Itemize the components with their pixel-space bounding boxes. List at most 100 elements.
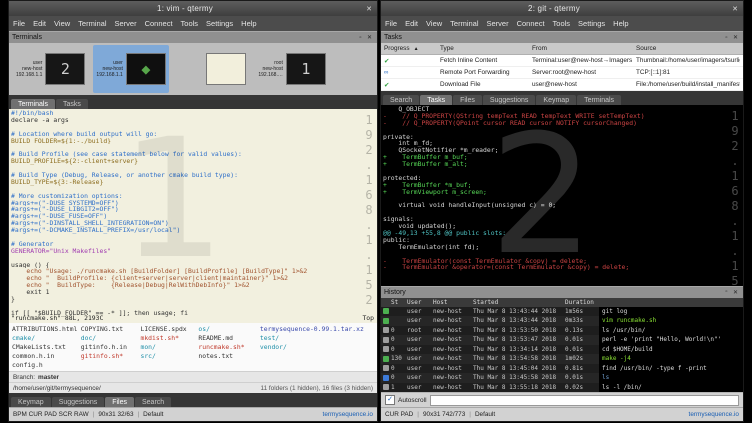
menu-item[interactable]: Help bbox=[609, 19, 632, 28]
file-item[interactable]: doc/ bbox=[81, 334, 141, 343]
history-row[interactable]: 130 user new-host Thu Mar 8 13:54:58 201… bbox=[381, 354, 743, 364]
menubar: FileEditViewTerminalServerConnectToolsSe… bbox=[381, 16, 743, 31]
termysequence-link[interactable]: termysequence.io bbox=[323, 411, 373, 418]
dock-tab[interactable]: Search bbox=[135, 397, 171, 407]
file-item[interactable]: notes.txt bbox=[198, 352, 260, 361]
terminal-thumbnail[interactable]: user new-host 192.168.1.1 2 bbox=[13, 45, 88, 93]
menu-item[interactable]: Terminal bbox=[446, 19, 482, 28]
menu-item[interactable]: Tools bbox=[177, 19, 203, 28]
file-item[interactable]: mkdist.sh* bbox=[140, 334, 198, 343]
thumbnail-screen[interactable] bbox=[206, 53, 246, 85]
file-item[interactable]: common.h.in bbox=[12, 352, 81, 361]
termysequence-link[interactable]: termysequence.io bbox=[689, 411, 739, 418]
menu-item[interactable]: File bbox=[9, 19, 29, 28]
menu-item[interactable]: File bbox=[381, 19, 401, 28]
tasks-column-header[interactable]: Type bbox=[440, 45, 532, 52]
dock-close-icon[interactable]: ✕ bbox=[731, 34, 740, 41]
dock-tab[interactable]: Keymap bbox=[11, 397, 51, 407]
file-item[interactable]: gitinfo.h.in bbox=[81, 343, 141, 352]
file-item[interactable]: test/ bbox=[260, 334, 374, 343]
dock-tab[interactable]: Files bbox=[453, 95, 482, 105]
tasks-column-header[interactable]: Progress ▲ bbox=[384, 45, 440, 52]
terminal-thumbnail[interactable]: user new-host 192.168.1.1 ◆ bbox=[93, 45, 168, 93]
file-item[interactable] bbox=[260, 352, 374, 361]
history-column-header[interactable]: User bbox=[407, 299, 433, 306]
menu-item[interactable]: View bbox=[422, 19, 446, 28]
file-item[interactable]: CMakeLists.txt bbox=[12, 343, 81, 352]
branch-name[interactable]: master bbox=[38, 374, 59, 381]
menu-item[interactable]: Tools bbox=[549, 19, 575, 28]
dock-tab[interactable]: Terminals bbox=[577, 95, 621, 105]
autoscroll-checkbox[interactable]: ✓ bbox=[385, 395, 395, 405]
history-row[interactable]: 0 user new-host Thu Mar 8 13:34:14 2018 … bbox=[381, 345, 743, 355]
task-row[interactable]: ✔ Fetch Inline Content Terminal:user@new… bbox=[381, 55, 743, 67]
history-row[interactable]: 0 user new-host Thu Mar 8 13:45:58 2018 … bbox=[381, 373, 743, 383]
menu-item[interactable]: Server bbox=[111, 19, 141, 28]
close-icon[interactable]: ✕ bbox=[361, 5, 377, 13]
file-item[interactable]: termysequence-0.99.1.tar.xz bbox=[260, 325, 374, 334]
menu-item[interactable]: Settings bbox=[574, 19, 609, 28]
dock-tab[interactable]: Keymap bbox=[536, 95, 576, 105]
vim-terminal[interactable]: 1 192.168.1.152 #!/bin/bashdeclare -a ar… bbox=[9, 109, 377, 323]
menu-item[interactable]: Server bbox=[483, 19, 513, 28]
dock-float-icon[interactable]: ▫ bbox=[722, 289, 731, 295]
history-duration: 1m02s bbox=[565, 355, 599, 362]
file-item[interactable]: os/ bbox=[198, 325, 260, 334]
file-item[interactable]: runcmake.sh* bbox=[198, 343, 260, 352]
task-row[interactable]: ∞ Remote Port Forwarding Server:root@new… bbox=[381, 67, 743, 79]
dock-float-icon[interactable]: ▫ bbox=[356, 35, 365, 41]
dock-tab[interactable]: Suggestions bbox=[52, 397, 105, 407]
dock-close-icon[interactable]: ✕ bbox=[731, 289, 740, 296]
menu-item[interactable]: Help bbox=[237, 19, 260, 28]
file-item[interactable]: gitinfo.sh* bbox=[81, 352, 141, 361]
dock-close-icon[interactable]: ✕ bbox=[365, 34, 374, 41]
dock-tab[interactable]: Suggestions bbox=[483, 95, 536, 105]
history-column-header[interactable]: St bbox=[391, 299, 407, 306]
history-row[interactable]: 0 user new-host Thu Mar 8 13:45:04 2018 … bbox=[381, 364, 743, 374]
tasks-column-header[interactable]: Source bbox=[636, 45, 740, 52]
current-path[interactable]: /home/user/git/termysequence/ bbox=[13, 385, 101, 392]
file-item[interactable]: COPYING.txt bbox=[81, 325, 141, 334]
history-column-header[interactable]: Host bbox=[433, 299, 473, 306]
dock-tab[interactable]: Tasks bbox=[420, 95, 452, 105]
history-row[interactable]: 0 user new-host Thu Mar 8 13:53:47 2018 … bbox=[381, 335, 743, 345]
titlebar[interactable]: 2: git - qtermy ✕ bbox=[381, 1, 743, 16]
dock-tab[interactable]: Search bbox=[383, 95, 419, 105]
history-row[interactable]: 1 user new-host Thu Mar 8 13:55:18 2018 … bbox=[381, 383, 743, 393]
history-row[interactable]: user new-host Thu Mar 8 13:43:44 2018 1m… bbox=[381, 307, 743, 317]
history-row[interactable]: 0 root new-host Thu Mar 8 13:53:50 2018 … bbox=[381, 326, 743, 336]
thumbnail-screen[interactable]: ◆ bbox=[126, 53, 166, 85]
menu-item[interactable]: Connect bbox=[141, 19, 177, 28]
history-search-input[interactable] bbox=[430, 395, 739, 406]
thumbnail-screen[interactable]: 1 bbox=[286, 53, 326, 85]
file-item[interactable]: README.md bbox=[198, 334, 260, 343]
history-column-header[interactable]: Started bbox=[473, 299, 565, 306]
dock-float-icon[interactable]: ▫ bbox=[722, 35, 731, 41]
file-item[interactable]: LICENSE.spdx bbox=[140, 325, 198, 334]
menu-item[interactable]: View bbox=[50, 19, 74, 28]
titlebar[interactable]: 1: vim - qtermy ✕ bbox=[9, 1, 377, 16]
file-item[interactable]: mon/ bbox=[140, 343, 198, 352]
file-item[interactable]: src/ bbox=[140, 352, 198, 361]
tasks-column-header[interactable]: From bbox=[532, 45, 636, 52]
file-item[interactable]: config.h bbox=[12, 361, 81, 370]
dock-tab[interactable]: Files bbox=[105, 397, 134, 407]
file-item[interactable]: vendor/ bbox=[260, 343, 374, 352]
menu-item[interactable]: Edit bbox=[29, 19, 50, 28]
menu-item[interactable]: Connect bbox=[513, 19, 549, 28]
dock-tab[interactable]: Tasks bbox=[56, 99, 88, 109]
menu-item[interactable]: Terminal bbox=[74, 19, 110, 28]
dock-tab[interactable]: Terminals bbox=[11, 99, 55, 109]
terminal-thumbnail[interactable]: root new-host 192.168.… 1 bbox=[254, 45, 329, 93]
menu-item[interactable]: Settings bbox=[202, 19, 237, 28]
file-item[interactable]: ATTRIBUTIONS.html bbox=[12, 325, 81, 334]
history-column-header[interactable]: Duration bbox=[565, 299, 599, 306]
terminal-thumbnail[interactable] bbox=[174, 45, 249, 93]
history-row[interactable]: user new-host Thu Mar 8 13:43:44 2018 0m… bbox=[381, 316, 743, 326]
close-icon[interactable]: ✕ bbox=[727, 5, 743, 13]
thumbnail-screen[interactable]: 2 bbox=[45, 53, 85, 85]
menu-item[interactable]: Edit bbox=[401, 19, 422, 28]
task-row[interactable]: ✔ Download File user@new-host File:/home… bbox=[381, 79, 743, 91]
git-diff-terminal[interactable]: 2 192.168.1.152 Q_OBJECT- // Q_PROPERTY(… bbox=[381, 105, 743, 286]
file-item[interactable]: cmake/ bbox=[12, 334, 81, 343]
